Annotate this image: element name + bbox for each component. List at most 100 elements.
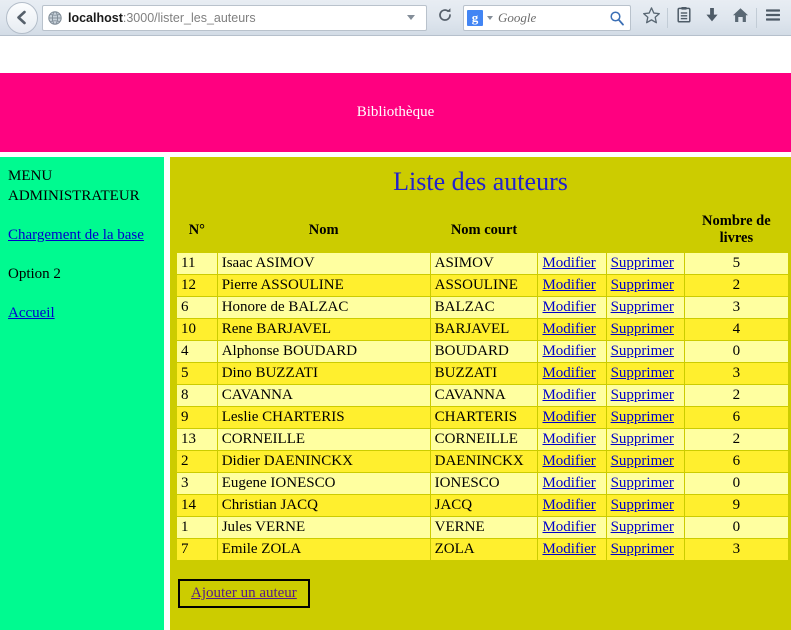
- cell-delete[interactable]: Supprimer: [605, 274, 685, 297]
- toolbar-divider: [756, 7, 757, 28]
- search-input[interactable]: Google: [498, 10, 607, 26]
- edit-link[interactable]: Modifier: [542, 299, 595, 315]
- cell-name: Rene BARJAVEL: [216, 318, 431, 341]
- cell-delete[interactable]: Supprimer: [605, 384, 685, 407]
- back-button[interactable]: [6, 1, 38, 34]
- download-icon: [703, 6, 721, 29]
- cell-edit[interactable]: Modifier: [537, 296, 607, 319]
- chevron-down-icon[interactable]: [407, 15, 415, 20]
- delete-link[interactable]: Supprimer: [611, 343, 674, 359]
- cell-edit[interactable]: Modifier: [537, 516, 607, 539]
- delete-link[interactable]: Supprimer: [611, 431, 674, 447]
- cell-short: IONESCO: [429, 472, 539, 495]
- reload-button[interactable]: [431, 4, 459, 32]
- delete-link[interactable]: Supprimer: [611, 387, 674, 403]
- add-author-link[interactable]: Ajouter un auteur: [191, 585, 297, 601]
- edit-link[interactable]: Modifier: [542, 255, 595, 271]
- cell-delete[interactable]: Supprimer: [605, 318, 685, 341]
- cell-delete[interactable]: Supprimer: [605, 516, 685, 539]
- search-bar[interactable]: g Google: [463, 4, 631, 32]
- cell-num: 14: [176, 494, 218, 517]
- delete-link[interactable]: Supprimer: [611, 409, 674, 425]
- delete-link[interactable]: Supprimer: [611, 453, 674, 469]
- table-row: 13 CORNEILLE CORNEILLE Modifier Supprimer 2: [176, 428, 790, 451]
- downloads-button[interactable]: [698, 4, 726, 32]
- edit-link[interactable]: Modifier: [542, 321, 595, 337]
- delete-link[interactable]: Supprimer: [611, 475, 674, 491]
- delete-link[interactable]: Supprimer: [611, 277, 674, 293]
- address-bar[interactable]: localhost:3000/lister_les_auteurs: [42, 4, 427, 31]
- cell-short: VERNE: [429, 516, 539, 539]
- reload-icon: [437, 7, 453, 28]
- edit-link[interactable]: Modifier: [542, 409, 595, 425]
- bookmark-button[interactable]: [637, 4, 665, 32]
- sidebar-heading-line2: ADMINISTRATEUR: [8, 188, 140, 204]
- edit-link[interactable]: Modifier: [542, 431, 595, 447]
- sidebar-item-chargement[interactable]: Chargement de la base: [8, 225, 158, 245]
- cell-delete[interactable]: Supprimer: [605, 538, 685, 561]
- cell-name: Eugene IONESCO: [216, 472, 431, 495]
- sidebar-heading-line1: MENU: [8, 168, 53, 184]
- table-row: 9 Leslie CHARTERIS CHARTERIS Modifier Suppri…: [176, 406, 790, 429]
- add-author-button[interactable]: Ajouter un auteur: [178, 579, 310, 608]
- cell-num: 4: [176, 340, 218, 363]
- edit-link[interactable]: Modifier: [542, 453, 595, 469]
- cell-edit[interactable]: Modifier: [537, 318, 607, 341]
- cell-edit[interactable]: Modifier: [537, 538, 607, 561]
- cell-edit[interactable]: Modifier: [537, 384, 607, 407]
- cell-delete[interactable]: Supprimer: [605, 494, 685, 517]
- cell-edit[interactable]: Modifier: [537, 428, 607, 451]
- cell-num: 9: [176, 406, 218, 429]
- delete-link[interactable]: Supprimer: [611, 541, 674, 557]
- cell-edit[interactable]: Modifier: [537, 406, 607, 429]
- cell-count: 5: [683, 252, 790, 275]
- column-header-num: N°: [176, 211, 218, 253]
- delete-link[interactable]: Supprimer: [611, 365, 674, 381]
- edit-link[interactable]: Modifier: [542, 365, 595, 381]
- edit-link[interactable]: Modifier: [542, 343, 595, 359]
- sidebar-link-chargement[interactable]: Chargement de la base: [8, 227, 144, 243]
- edit-link[interactable]: Modifier: [542, 541, 595, 557]
- cell-delete[interactable]: Supprimer: [605, 252, 685, 275]
- cell-delete[interactable]: Supprimer: [605, 340, 685, 363]
- magnifier-icon[interactable]: [607, 4, 627, 32]
- cell-delete[interactable]: Supprimer: [605, 428, 685, 451]
- library-button[interactable]: [670, 4, 698, 32]
- cell-num: 2: [176, 450, 218, 473]
- edit-link[interactable]: Modifier: [542, 519, 595, 535]
- delete-link[interactable]: Supprimer: [611, 519, 674, 535]
- table-row: 4 Alphonse BOUDARD BOUDARD Modifier Supprime…: [176, 340, 790, 363]
- cell-delete[interactable]: Supprimer: [605, 362, 685, 385]
- cell-delete[interactable]: Supprimer: [605, 472, 685, 495]
- cell-num: 12: [176, 274, 218, 297]
- cell-delete[interactable]: Supprimer: [605, 296, 685, 319]
- cell-name: Dino BUZZATI: [216, 362, 431, 385]
- cell-edit[interactable]: Modifier: [537, 274, 607, 297]
- cell-count: 6: [683, 406, 790, 429]
- cell-edit[interactable]: Modifier: [537, 362, 607, 385]
- edit-link[interactable]: Modifier: [542, 497, 595, 513]
- edit-link[interactable]: Modifier: [542, 277, 595, 293]
- delete-link[interactable]: Supprimer: [611, 255, 674, 271]
- cell-edit[interactable]: Modifier: [537, 494, 607, 517]
- edit-link[interactable]: Modifier: [542, 387, 595, 403]
- sidebar-link-accueil[interactable]: Accueil: [8, 305, 55, 321]
- cell-edit[interactable]: Modifier: [537, 340, 607, 363]
- cell-short: JACQ: [429, 494, 539, 517]
- cell-count: 2: [683, 274, 790, 297]
- delete-link[interactable]: Supprimer: [611, 299, 674, 315]
- cell-delete[interactable]: Supprimer: [605, 450, 685, 473]
- cell-delete[interactable]: Supprimer: [605, 406, 685, 429]
- cell-edit[interactable]: Modifier: [537, 472, 607, 495]
- delete-link[interactable]: Supprimer: [611, 497, 674, 513]
- cell-short: BARJAVEL: [429, 318, 539, 341]
- delete-link[interactable]: Supprimer: [611, 321, 674, 337]
- sidebar-item-accueil[interactable]: Accueil: [8, 303, 158, 323]
- cell-edit[interactable]: Modifier: [537, 450, 607, 473]
- menu-button[interactable]: [759, 4, 787, 32]
- cell-short: CAVANNA: [429, 384, 539, 407]
- edit-link[interactable]: Modifier: [542, 475, 595, 491]
- search-engine-chevron-icon[interactable]: [487, 15, 493, 20]
- home-button[interactable]: [726, 4, 754, 32]
- cell-edit[interactable]: Modifier: [537, 252, 607, 275]
